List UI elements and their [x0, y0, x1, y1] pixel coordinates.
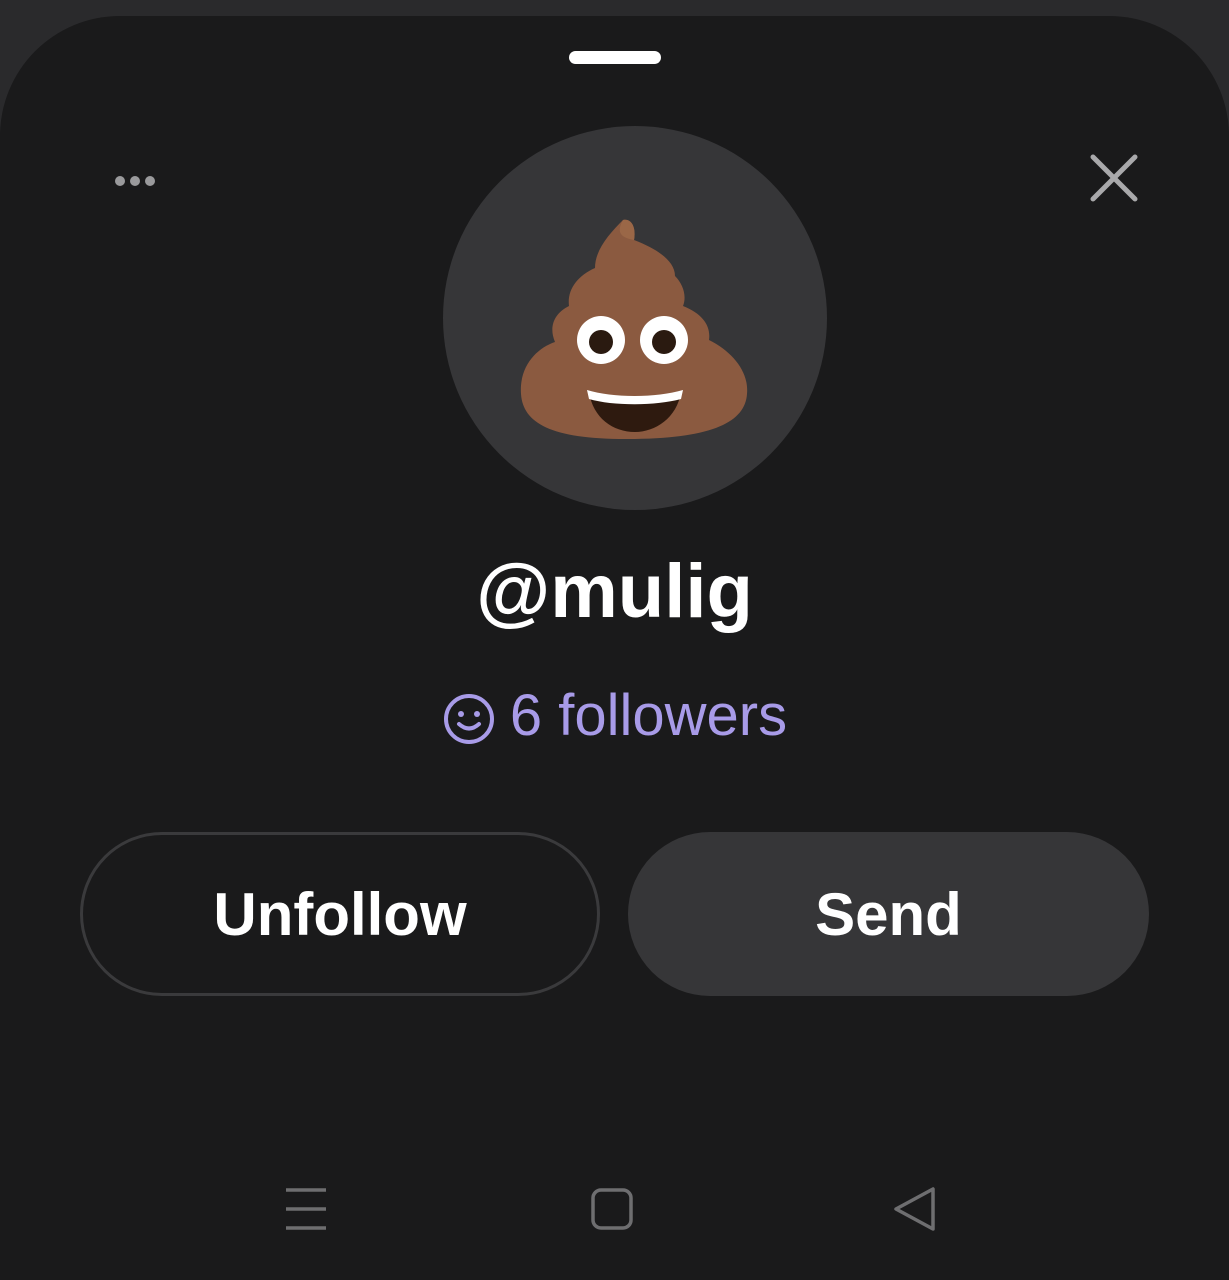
menu-icon	[286, 1188, 326, 1230]
nav-back-button[interactable]	[870, 1166, 960, 1256]
profile-bottom-sheet: @mulig 6 followers Unfollow Send	[0, 16, 1229, 1280]
unfollow-button[interactable]: Unfollow	[80, 832, 600, 996]
back-triangle-icon	[894, 1187, 935, 1231]
home-square-icon	[591, 1188, 633, 1230]
more-dot-icon	[130, 176, 140, 186]
send-button-label: Send	[815, 880, 962, 948]
followers-label: 6 followers	[509, 683, 788, 748]
pile-of-poo-icon	[520, 219, 748, 440]
more-dot-icon	[115, 176, 125, 186]
profile-username: @mulig	[476, 549, 753, 634]
send-button[interactable]: Send	[628, 832, 1149, 996]
smile-icon	[443, 693, 494, 744]
more-dot-icon	[145, 176, 155, 186]
avatar[interactable]	[443, 126, 827, 510]
sheet-drag-handle[interactable]	[569, 51, 661, 64]
followers-count-link[interactable]: 6 followers	[0, 682, 1229, 749]
more-options-button[interactable]	[105, 161, 165, 201]
system-navigation-bar	[0, 1166, 1229, 1256]
nav-recents-button[interactable]	[261, 1166, 351, 1256]
close-icon	[1090, 154, 1138, 202]
close-button[interactable]	[1086, 150, 1142, 206]
nav-home-button[interactable]	[567, 1166, 657, 1256]
unfollow-button-label: Unfollow	[213, 880, 467, 948]
